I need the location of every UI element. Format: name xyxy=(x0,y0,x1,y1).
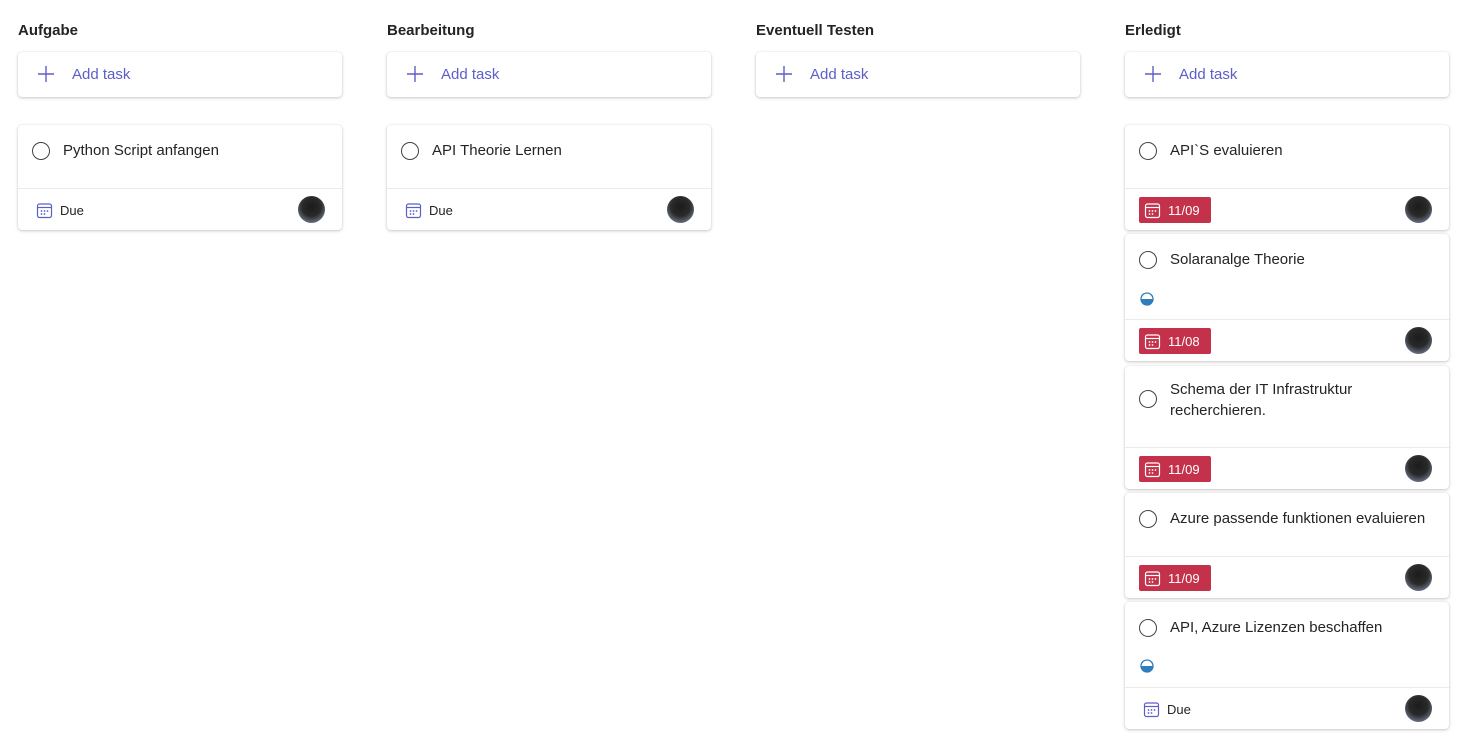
avatar[interactable] xyxy=(1405,695,1432,722)
avatar[interactable] xyxy=(667,196,694,223)
avatar[interactable] xyxy=(1405,455,1432,482)
plus-icon xyxy=(1145,66,1161,82)
planner-board: Aufgabe Add task Python Script anfangen … xyxy=(0,0,1465,751)
avatar[interactable] xyxy=(1405,564,1432,591)
task-title: Azure passende funktionen evaluieren xyxy=(1170,510,1426,527)
task-footer: Due xyxy=(18,188,342,230)
task-title: Schema der IT Infrastruktur recherchiere… xyxy=(1170,381,1353,419)
add-task-label: Add task xyxy=(1179,66,1238,83)
task-footer: Due xyxy=(1125,687,1449,729)
task-card[interactable]: API`S evaluieren 11/09 xyxy=(1125,125,1449,230)
due-date-text: 11/08 xyxy=(1168,333,1200,349)
half-circle-progress-icon xyxy=(1140,292,1154,306)
column-title: Erledigt xyxy=(1125,22,1181,39)
due-date-overdue-badge[interactable]: 11/09 xyxy=(1139,197,1211,223)
due-date-button[interactable]: Due xyxy=(36,200,84,220)
calendar-icon xyxy=(36,202,53,218)
add-task-button[interactable]: Add task xyxy=(1125,52,1449,97)
task-card[interactable]: Python Script anfangen Due xyxy=(18,125,342,230)
task-footer: 11/09 xyxy=(1125,188,1449,230)
calendar-icon xyxy=(1144,333,1161,349)
half-circle-progress-icon xyxy=(1140,659,1154,673)
column-title: Bearbeitung xyxy=(387,22,475,39)
calendar-icon xyxy=(1144,461,1161,477)
column-title: Eventuell Testen xyxy=(756,22,875,39)
avatar[interactable] xyxy=(1405,327,1432,354)
task-footer: Due xyxy=(387,188,711,230)
column-title: Aufgabe xyxy=(18,22,78,39)
task-title: API, Azure Lizenzen beschaffen xyxy=(1170,619,1383,636)
complete-checkbox[interactable] xyxy=(1139,251,1157,269)
task-card[interactable]: Schema der IT Infrastruktur recherchiere… xyxy=(1125,366,1449,489)
calendar-icon xyxy=(1144,570,1161,586)
task-title: Python Script anfangen xyxy=(63,142,219,159)
due-date-text: Due xyxy=(1167,701,1191,717)
plus-icon xyxy=(38,66,54,82)
task-card[interactable]: API, Azure Lizenzen beschaffen Due xyxy=(1125,602,1449,729)
plus-icon xyxy=(407,66,423,82)
due-date-overdue-badge[interactable]: 11/08 xyxy=(1139,328,1211,354)
due-date-text: Due xyxy=(429,202,453,218)
due-date-text: Due xyxy=(60,202,84,218)
due-date-text: 11/09 xyxy=(1168,461,1200,477)
complete-checkbox[interactable] xyxy=(32,142,50,160)
task-card[interactable]: Azure passende funktionen evaluieren 11/… xyxy=(1125,493,1449,598)
add-task-label: Add task xyxy=(810,66,869,83)
complete-checkbox[interactable] xyxy=(1139,390,1157,408)
add-task-label: Add task xyxy=(72,66,131,83)
due-date-text: 11/09 xyxy=(1168,570,1200,586)
calendar-icon xyxy=(405,202,422,218)
complete-checkbox[interactable] xyxy=(401,142,419,160)
plus-icon xyxy=(776,66,792,82)
task-footer: 11/08 xyxy=(1125,319,1449,361)
avatar[interactable] xyxy=(1405,196,1432,223)
task-card[interactable]: Solaranalge Theorie 11/08 xyxy=(1125,234,1449,361)
complete-checkbox[interactable] xyxy=(1139,142,1157,160)
add-task-button[interactable]: Add task xyxy=(18,52,342,97)
task-title: API`S evaluieren xyxy=(1170,142,1283,159)
avatar[interactable] xyxy=(298,196,325,223)
task-footer: 11/09 xyxy=(1125,556,1449,598)
calendar-icon xyxy=(1143,701,1160,717)
due-date-button[interactable]: Due xyxy=(1143,699,1191,719)
task-title: Solaranalge Theorie xyxy=(1170,251,1305,268)
add-task-label: Add task xyxy=(441,66,500,83)
add-task-button[interactable]: Add task xyxy=(756,52,1080,97)
complete-checkbox[interactable] xyxy=(1139,619,1157,637)
task-footer: 11/09 xyxy=(1125,447,1449,489)
complete-checkbox[interactable] xyxy=(1139,510,1157,528)
due-date-overdue-badge[interactable]: 11/09 xyxy=(1139,456,1211,482)
calendar-icon xyxy=(1144,202,1161,218)
task-card[interactable]: API Theorie Lernen Due xyxy=(387,125,711,230)
due-date-button[interactable]: Due xyxy=(405,200,453,220)
due-date-text: 11/09 xyxy=(1168,202,1200,218)
task-title: API Theorie Lernen xyxy=(432,142,562,159)
due-date-overdue-badge[interactable]: 11/09 xyxy=(1139,565,1211,591)
add-task-button[interactable]: Add task xyxy=(387,52,711,97)
